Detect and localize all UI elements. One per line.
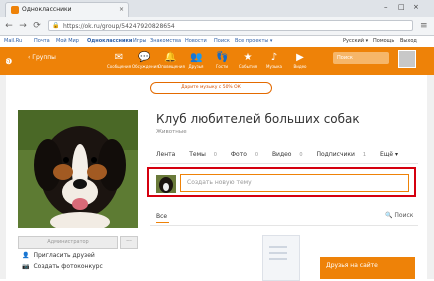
tab-more[interactable]: Ещё ▾: [380, 151, 404, 158]
portal-link[interactable]: Игры: [133, 36, 147, 47]
feed-divider: [150, 225, 418, 226]
tab-label: Темы: [189, 151, 206, 158]
music-icon[interactable]: ♪: [268, 52, 280, 64]
logout-link[interactable]: Выход: [400, 36, 417, 47]
tab-count: 0: [254, 152, 259, 158]
invite-friends-label: Пригласить друзей: [33, 252, 95, 259]
dog-photo-icon: [18, 110, 138, 228]
toolbar-label: Обсуждения: [132, 64, 159, 69]
filter-all[interactable]: Все: [156, 213, 167, 220]
tab-title: Одноклассники: [22, 6, 72, 13]
toolbar-label: Оповещения: [158, 64, 185, 69]
tab-video[interactable]: Видео 0: [272, 151, 309, 158]
portal-link[interactable]: Новости: [185, 36, 207, 47]
tabs-divider: [150, 163, 418, 164]
back-icon[interactable]: ←: [3, 20, 15, 32]
toolbar-label: Друзья: [188, 64, 204, 69]
discussions-icon[interactable]: 💬: [138, 52, 150, 64]
back-to-groups[interactable]: ‹ Группы: [28, 54, 56, 62]
search-input[interactable]: Поиск: [333, 52, 389, 64]
tab-label: Видео: [271, 151, 292, 158]
feed-search-label: Поиск: [394, 212, 414, 219]
portal-link[interactable]: Все проекты ▾: [235, 36, 272, 47]
dog-thumb-icon: [156, 175, 176, 193]
tab-topics[interactable]: Темы 0: [189, 151, 223, 158]
ok-logo-icon[interactable]: ꭷ: [6, 51, 20, 69]
new-topic-input[interactable]: Создать новую тему: [180, 174, 409, 192]
friends-icon[interactable]: 👥: [190, 52, 202, 64]
toolbar-label: Музыка: [266, 64, 282, 69]
tab-count: 0: [213, 152, 217, 158]
video-icon[interactable]: ▶: [294, 52, 306, 64]
browser-menu-icon[interactable]: ≡: [420, 21, 428, 31]
tab-count: 1: [362, 152, 367, 158]
user-avatar[interactable]: [398, 50, 416, 68]
portal-link[interactable]: Мой Мир: [56, 36, 79, 47]
group-title: Клуб любителей больших собак: [156, 112, 360, 126]
toolbar-label: Сообщения: [107, 64, 132, 69]
create-photo-contest-link[interactable]: 📷 Создать фотоконкурс: [22, 262, 103, 271]
portal-link[interactable]: Знакомства: [150, 36, 181, 47]
group-category[interactable]: Животные: [156, 129, 187, 135]
group-tabs: Лента Темы 0 Фото 0 Видео 0 Подписчики 1…: [156, 150, 410, 160]
tab-close-icon[interactable]: ×: [119, 4, 124, 16]
language-select[interactable]: Русский ▾: [343, 36, 368, 47]
browser-tab[interactable]: Одноклассники ×: [5, 2, 129, 17]
guests-icon[interactable]: 👣: [216, 52, 228, 64]
portal-link[interactable]: Поиск: [214, 36, 230, 47]
url-input[interactable]: https://ok.ru/group/54247920828654: [48, 20, 413, 31]
admin-button[interactable]: Администратор: [18, 236, 118, 249]
tab-photos[interactable]: Фото 0: [231, 151, 264, 158]
empty-feed-illustration: [262, 235, 300, 281]
toolbar-label: Гости: [215, 64, 228, 69]
tab-label: Подписчики: [316, 151, 355, 158]
invite-friends-link[interactable]: 👤 Пригласить друзей: [22, 251, 95, 260]
minimize-icon[interactable]: –: [384, 2, 388, 12]
ok-favicon-icon: [11, 6, 19, 14]
tab-subscribers[interactable]: Подписчики 1: [317, 151, 373, 158]
group-mini-avatar: [156, 175, 176, 193]
person-add-icon: 👤: [22, 252, 30, 259]
reload-icon[interactable]: ⟳: [31, 20, 43, 32]
tab-label: Фото: [230, 151, 247, 158]
events-icon[interactable]: ★: [242, 52, 254, 64]
group-avatar-photo[interactable]: [18, 110, 138, 228]
page-background-left: [0, 75, 6, 279]
toolbar-label: Видео: [293, 64, 307, 69]
notifications-icon[interactable]: 🔔: [164, 52, 176, 64]
portal-link[interactable]: Почта: [34, 36, 50, 47]
portal-link[interactable]: Mail.Ru: [4, 36, 22, 47]
maximize-icon[interactable]: □: [398, 2, 405, 12]
friends-online-panel[interactable]: Друзья на сайте: [320, 257, 415, 279]
close-window-icon[interactable]: ×: [413, 2, 419, 12]
search-icon: 🔍: [385, 212, 393, 219]
active-filter-underline: [156, 222, 169, 223]
camera-icon: 📷: [22, 263, 30, 270]
tab-feed[interactable]: Лента: [156, 151, 181, 158]
tab-count: 0: [299, 152, 303, 158]
portal-link[interactable]: Одноклассники: [87, 36, 132, 47]
more-options-button[interactable]: ···: [120, 236, 138, 249]
page-background-right: [427, 75, 434, 279]
lock-icon: 🔒: [52, 22, 60, 29]
tab-label: Лента: [156, 151, 176, 158]
music-promo-banner[interactable]: Дарите музыку с 50% ОК: [150, 82, 272, 94]
messages-icon[interactable]: ✉: [113, 52, 125, 64]
forward-icon[interactable]: →: [17, 20, 29, 32]
photo-contest-label: Создать фотоконкурс: [33, 263, 103, 270]
help-link[interactable]: Помощь: [373, 36, 394, 47]
feed-search[interactable]: 🔍 Поиск: [385, 212, 413, 219]
tab-label: Ещё ▾: [379, 151, 399, 158]
toolbar-label: События: [238, 64, 258, 69]
